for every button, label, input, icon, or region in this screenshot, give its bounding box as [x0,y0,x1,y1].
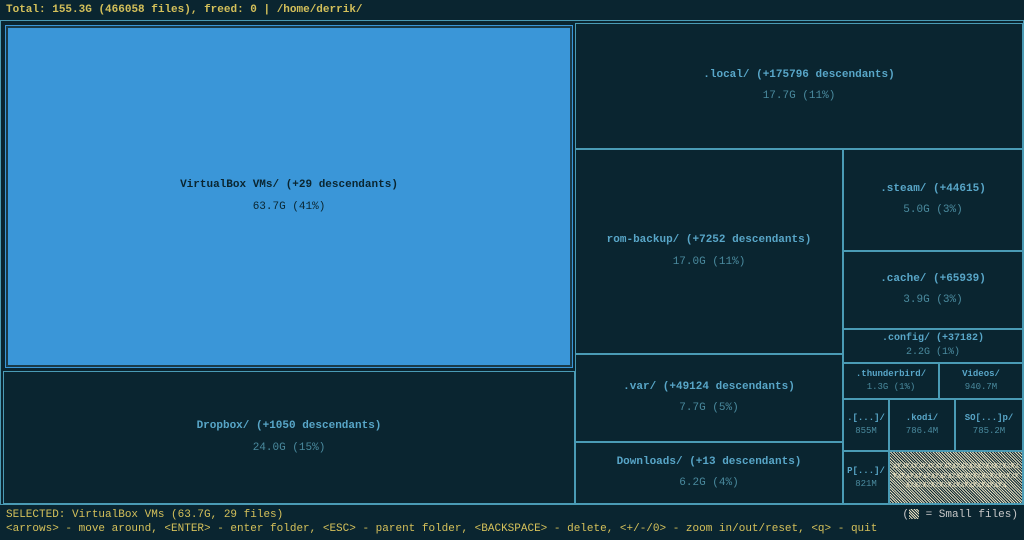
cell-size: 17.7G (11%) [763,89,836,104]
cell-size: 821M [855,478,877,491]
cell-size: 24.0G (15%) [253,441,326,456]
cell-title: .[...]/ [847,412,885,425]
cell-videos[interactable]: Videos/ 940.7M [939,363,1023,399]
cell-size: 17.0G (11%) [673,255,746,270]
cell-title: .config/ (+37182) [882,332,984,346]
cell-title: .var/ (+49124 descendants) [623,380,795,395]
cell-virtualbox-vms[interactable]: VirtualBox VMs/ (+29 descendants) 63.7G … [5,25,573,368]
cell-title: SO[...]p/ [965,412,1014,425]
total-files: (466058 files) [98,4,190,16]
total-size: 155.3G [52,4,92,16]
freed-label: freed: [204,4,244,16]
cell-thunderbird[interactable]: .thunderbird/ 1.3G (1%) [843,363,939,399]
cell-size: 2.2G (1%) [906,346,960,360]
cell-title: VirtualBox VMs/ (+29 descendants) [180,178,398,193]
cell-title: .local/ (+175796 descendants) [703,68,894,83]
cell-size: 5.0G (3%) [903,203,962,218]
selected-info: SELECTED: VirtualBox VMs (63.7G, 29 file… [6,508,1018,522]
cell-title: Downloads/ (+13 descendants) [617,455,802,470]
cell-size: 63.7G (41%) [253,200,326,215]
cell-so[interactable]: SO[...]p/ 785.2M [955,399,1023,451]
cell-title: P[...]/ [847,465,885,478]
small-files-legend: ( = Small files) [902,508,1018,522]
cell-size: 786.4M [906,425,938,438]
cell-kodi[interactable]: .kodi/ 786.4M [889,399,955,451]
status-header: Total: 155.3G (466058 files), freed: 0 |… [0,0,1024,20]
current-path: /home/derrik/ [277,4,363,16]
cell-dropbox[interactable]: Dropbox/ (+1050 descendants) 24.0G (15%) [3,371,575,504]
cell-size: 940.7M [965,381,997,394]
cell-dots[interactable]: .[...]/ 855M [843,399,889,451]
total-label: Total: [6,4,46,16]
cell-rom-backup[interactable]: rom-backup/ (+7252 descendants) 17.0G (1… [575,149,843,354]
cell-size: 3.9G (3%) [903,293,962,308]
footer-bar: SELECTED: VirtualBox VMs (63.7G, 29 file… [0,505,1024,540]
cell-size: 785.2M [973,425,1005,438]
cell-config[interactable]: .config/ (+37182) 2.2G (1%) [843,329,1023,363]
cell-title: .cache/ (+65939) [880,272,986,287]
cell-size: 6.2G (4%) [679,476,738,491]
cell-downloads[interactable]: Downloads/ (+13 descendants) 6.2G (4%) [575,442,843,504]
cell-steam[interactable]: .steam/ (+44615) 5.0G (3%) [843,149,1023,251]
cell-p[interactable]: P[...]/ 821M [843,451,889,504]
cell-size: 855M [855,425,877,438]
cell-var[interactable]: .var/ (+49124 descendants) 7.7G (5%) [575,354,843,442]
small-files-pattern: XXXXXXXXXXXXXXXXXXXXXXXXXXXXXXXXXXXXXXXX… [891,463,1021,492]
small-files-icon [909,509,919,519]
cell-size: 7.7G (5%) [679,401,738,416]
cell-title: rom-backup/ (+7252 descendants) [607,233,812,248]
cell-cache[interactable]: .cache/ (+65939) 3.9G (3%) [843,251,1023,329]
keyboard-help: <arrows> - move around, <ENTER> - enter … [6,522,1018,536]
freed-value: 0 [250,4,257,16]
treemap-container[interactable]: VirtualBox VMs/ (+29 descendants) 63.7G … [0,20,1024,505]
cell-title: .steam/ (+44615) [880,182,986,197]
cell-title: Dropbox/ (+1050 descendants) [197,419,382,434]
cell-small-files[interactable]: XXXXXXXXXXXXXXXXXXXXXXXXXXXXXXXXXXXXXXXX… [889,451,1023,504]
cell-local[interactable]: .local/ (+175796 descendants) 17.7G (11%… [575,23,1023,149]
cell-title: Videos/ [962,368,1000,381]
cell-title: .kodi/ [906,412,938,425]
cell-size: 1.3G (1%) [867,381,916,394]
cell-title: .thunderbird/ [856,368,926,381]
